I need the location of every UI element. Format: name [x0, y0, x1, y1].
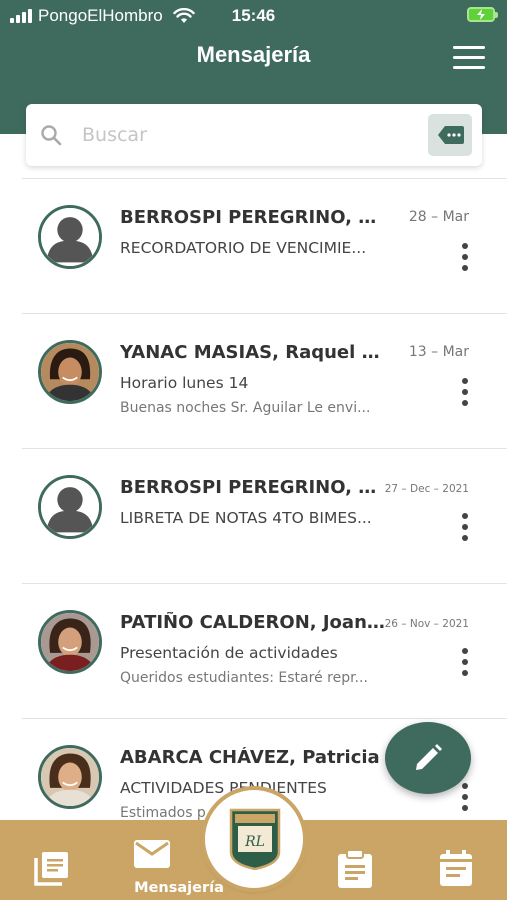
sender-name: BERROSPI PEREGRINO, Ma... [120, 477, 385, 498]
calendar-icon [440, 850, 472, 886]
more-options-icon[interactable] [461, 648, 469, 678]
message-preview: Queridos estudiantes: Estaré repr... [120, 670, 368, 686]
avatar [38, 745, 102, 809]
default-avatar-icon [41, 208, 99, 266]
message-subject: LIBRETA DE NOTAS 4TO BIMES... [120, 509, 372, 527]
message-subject: Horario lunes 14 [120, 374, 249, 392]
avatar [38, 610, 102, 674]
label-icon [438, 126, 464, 144]
nav-tasks[interactable] [338, 820, 372, 900]
avatar [38, 475, 102, 539]
message-date: 26 – Nov – 2021 [384, 618, 469, 630]
nav-books[interactable] [34, 820, 70, 900]
svg-text:RL: RL [244, 834, 265, 850]
message-row[interactable]: PATIÑO CALDERON, Joana... 26 – Nov – 202… [22, 584, 507, 719]
user-photo [41, 613, 99, 671]
menu-icon[interactable] [453, 46, 485, 70]
sender-name: BERROSPI PEREGRINO, Ma... [120, 207, 385, 228]
message-date: 27 – Dec – 2021 [384, 483, 469, 495]
compose-button[interactable] [385, 722, 471, 794]
sender-name: PATIÑO CALDERON, Joana... [120, 612, 385, 633]
battery-icon [467, 7, 498, 22]
more-options-icon[interactable] [461, 378, 469, 408]
sender-name: YANAC MASIAS, Raquel Gi... [120, 342, 385, 363]
more-options-icon[interactable] [461, 783, 469, 813]
book-list-icon [34, 852, 68, 886]
message-date: 13 – Mar [408, 344, 469, 360]
pencil-icon [416, 744, 442, 770]
message-row[interactable]: BERROSPI PEREGRINO, Ma... 27 – Dec – 202… [22, 449, 507, 584]
message-preview: Buenas noches Sr. Aguilar Le envi... [120, 400, 371, 416]
sender-name: ABARCA CHÁVEZ, Patricia [120, 747, 380, 768]
more-options-icon[interactable] [461, 513, 469, 543]
filter-label-button[interactable] [428, 114, 472, 156]
nav-calendar[interactable] [440, 820, 472, 900]
nav-messages-label: Mensajería [134, 880, 224, 896]
status-bar: PongoElHombro 15:46 [0, 0, 507, 32]
page-title: Mensajería [196, 42, 311, 67]
clipboard-icon [338, 850, 372, 888]
search-icon [41, 125, 62, 146]
user-photo [41, 343, 99, 401]
search-input[interactable] [82, 116, 442, 154]
message-subject: RECORDATORIO DE VENCIMIE... [120, 239, 367, 257]
more-options-icon[interactable] [461, 243, 469, 273]
avatar [38, 340, 102, 404]
message-row[interactable]: YANAC MASIAS, Raquel Gi... 13 – Mar Hora… [22, 314, 507, 449]
message-date: 28 – Mar [408, 209, 469, 225]
user-photo [41, 748, 99, 806]
avatar [38, 205, 102, 269]
school-crest-logo: RL [229, 808, 281, 870]
mail-icon [134, 840, 170, 868]
message-row[interactable]: BERROSPI PEREGRINO, Ma... 28 – Mar RECOR… [22, 179, 507, 314]
default-avatar-icon [41, 478, 99, 536]
search-bar [26, 104, 482, 166]
home-logo-button[interactable]: RL [205, 790, 303, 888]
status-time: 15:46 [231, 6, 276, 25]
nav-messages[interactable]: Mensajería [134, 820, 224, 900]
message-subject: Presentación de actividades [120, 644, 338, 662]
